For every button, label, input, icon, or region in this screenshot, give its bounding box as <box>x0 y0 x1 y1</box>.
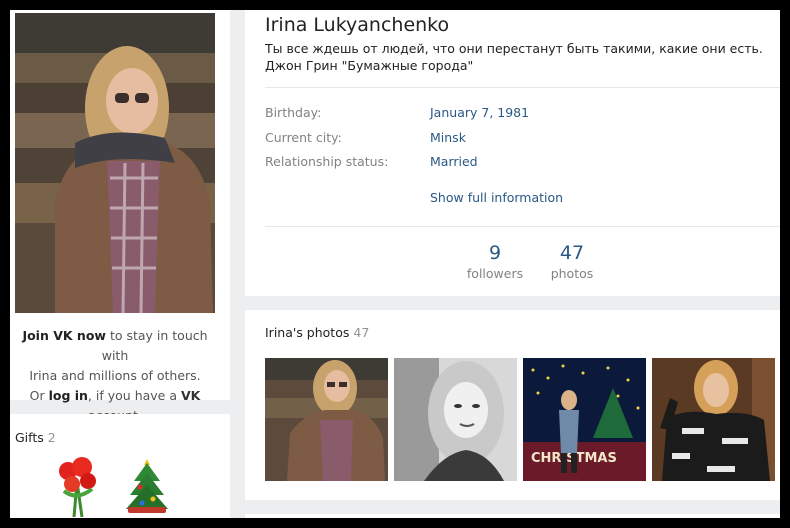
counter-number: 47 <box>559 242 585 264</box>
gifts-card: Gifts 2 <box>10 414 230 518</box>
photos-header[interactable]: Irina's photos 47 <box>265 325 369 340</box>
info-value-link[interactable]: Married <box>430 154 478 169</box>
photo-thumb[interactable] <box>394 358 517 481</box>
divider <box>265 87 780 88</box>
info-label: Birthday: <box>265 105 322 120</box>
photo-thumb[interactable]: CHRISTMAS <box>523 358 646 481</box>
photos-title: Irina's photos <box>265 325 350 340</box>
profile-avatar-card: Join VK now to stay in touch with Irina … <box>10 10 230 423</box>
gifts-title: Gifts <box>15 430 44 445</box>
show-full-info-link[interactable]: Show full information <box>430 190 563 205</box>
join-prompt: Join VK now to stay in touch with Irina … <box>10 326 220 426</box>
join-text-3b: , if you have a <box>87 388 181 403</box>
profile-photo-image <box>15 13 215 313</box>
photo-thumb[interactable] <box>265 358 388 481</box>
counter-label: followers <box>466 266 524 281</box>
profile-status: Ты все ждешь от людей, что они перестану… <box>265 41 763 73</box>
gifts-header[interactable]: Gifts 2 <box>15 430 56 445</box>
join-vk-link[interactable]: Join VK now <box>22 328 106 343</box>
rose-bouquet-gift-icon[interactable] <box>52 457 102 518</box>
info-value-link[interactable]: January 7, 1981 <box>430 105 529 120</box>
page-title: Irina Lukyanchenko <box>265 14 450 36</box>
next-section-card <box>245 514 780 518</box>
gifts-count: 2 <box>47 430 56 445</box>
counter-label: photos <box>550 266 594 281</box>
counter-number: 9 <box>488 242 502 264</box>
photo-thumb[interactable] <box>652 358 775 481</box>
profile-photo[interactable] <box>15 13 215 313</box>
info-label: Current city: <box>265 130 342 145</box>
divider <box>265 226 780 227</box>
profile-info-card: Irina Lukyanchenko Ты все ждешь от людей… <box>245 10 780 296</box>
followers-counter[interactable]: 9 followers <box>455 242 535 281</box>
photos-counter[interactable]: 47 photos <box>532 242 612 281</box>
login-link[interactable]: log in <box>49 388 88 403</box>
page: Join VK now to stay in touch with Irina … <box>10 10 780 518</box>
photos-count: 47 <box>353 325 370 340</box>
join-text-2: Irina and millions of others. <box>29 368 201 383</box>
join-text-1: to stay in touch with <box>101 328 208 363</box>
join-text-3a: Or <box>29 388 49 403</box>
christmas-tree-gift-icon[interactable] <box>122 457 172 517</box>
info-value-link[interactable]: Minsk <box>430 130 466 145</box>
photos-card: Irina's photos 47 <box>245 310 780 500</box>
vk-text: VK <box>180 388 201 403</box>
info-label: Relationship status: <box>265 154 389 169</box>
